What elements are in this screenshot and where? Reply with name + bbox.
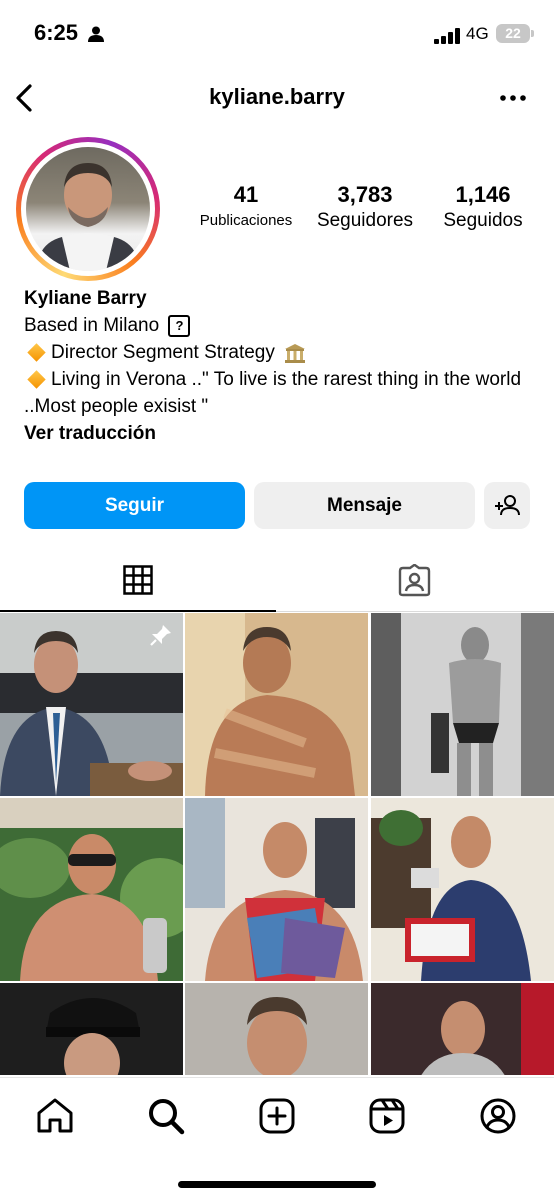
post-image [185, 613, 368, 796]
post-thumbnail[interactable] [371, 798, 554, 981]
question-box-icon: ? [168, 314, 191, 337]
diamond-icon [27, 343, 46, 363]
profile-bio: Kyliane Barry Based in Milano ? Director… [24, 285, 539, 447]
profile-icon[interactable] [478, 1096, 518, 1136]
avatar-frame [21, 142, 155, 276]
active-tab-indicator [0, 610, 276, 612]
suggested-accounts-button[interactable] [484, 482, 530, 529]
posts-label: Publicaciones [199, 212, 293, 229]
classical-building-icon [285, 343, 306, 363]
add-person-icon [495, 495, 520, 516]
post-thumbnail[interactable] [185, 983, 368, 1075]
post-image [185, 983, 368, 1075]
display-name: Kyliane Barry [24, 288, 147, 309]
tab-divider [276, 611, 554, 612]
home-icon[interactable] [35, 1096, 75, 1136]
create-post-icon[interactable] [257, 1096, 297, 1136]
status-bar: 6:25 4G 22 [0, 0, 554, 70]
username-title: kyliane.barry [209, 84, 345, 109]
post-image [0, 798, 183, 981]
post-thumbnail[interactable] [371, 983, 554, 1075]
followers-count: 3,783 [337, 182, 393, 207]
grid-icon[interactable] [123, 565, 153, 595]
bio-location: Based in Milano [24, 315, 160, 336]
bio-location-line: Based in Milano ? [24, 312, 539, 339]
follow-button[interactable]: Seguir [24, 482, 245, 529]
posts-count: 41 [233, 182, 259, 207]
post-image [371, 983, 554, 1075]
profile-header: kyliane.barry [0, 70, 554, 126]
battery-icon: 22 [496, 24, 530, 43]
post-image [185, 798, 368, 981]
post-thumbnail[interactable] [185, 613, 368, 796]
stat-followers[interactable]: 3,783 Seguidores [308, 182, 422, 232]
stat-posts[interactable]: 41 Publicaciones [190, 182, 302, 229]
post-thumbnail[interactable] [0, 798, 183, 981]
following-count: 1,146 [455, 182, 511, 207]
network-type: 4G [466, 24, 489, 43]
battery-tip [531, 30, 534, 37]
tagged-icon[interactable] [398, 564, 431, 597]
pin-icon [150, 625, 171, 646]
bio-quote-line: Living in Verona .." To live is the rare… [24, 366, 539, 420]
followers-label: Seguidores [316, 210, 414, 231]
message-button[interactable]: Mensaje [254, 482, 475, 529]
post-thumbnail[interactable] [0, 613, 183, 796]
person-icon [88, 26, 104, 42]
bio-role: Director Segment Strategy [51, 342, 275, 363]
bio-role-line: Director Segment Strategy [24, 339, 539, 366]
more-options-icon[interactable] [498, 84, 528, 112]
status-time: 6:25 [34, 20, 79, 45]
post-image [0, 983, 183, 1075]
post-thumbnail[interactable] [0, 983, 183, 1075]
diamond-icon [27, 370, 46, 390]
see-translation-link[interactable]: Ver traducción [24, 420, 539, 447]
signal-icon [434, 28, 460, 44]
post-image [371, 798, 554, 981]
bio-quote: Living in Verona .." To live is the rare… [24, 369, 522, 417]
profile-tabs [0, 553, 554, 612]
post-thumbnail[interactable] [371, 613, 554, 796]
stat-following[interactable]: 1,146 Seguidos [432, 182, 534, 232]
story-ring[interactable] [16, 137, 160, 281]
avatar [26, 147, 150, 271]
search-icon[interactable] [146, 1096, 186, 1136]
reels-icon[interactable] [367, 1096, 407, 1136]
home-indicator [178, 1181, 376, 1188]
avatar-portrait [36, 163, 140, 271]
post-image [371, 613, 554, 796]
following-label: Seguidos [443, 210, 523, 231]
posts-grid [0, 613, 554, 1075]
post-thumbnail[interactable] [185, 798, 368, 981]
